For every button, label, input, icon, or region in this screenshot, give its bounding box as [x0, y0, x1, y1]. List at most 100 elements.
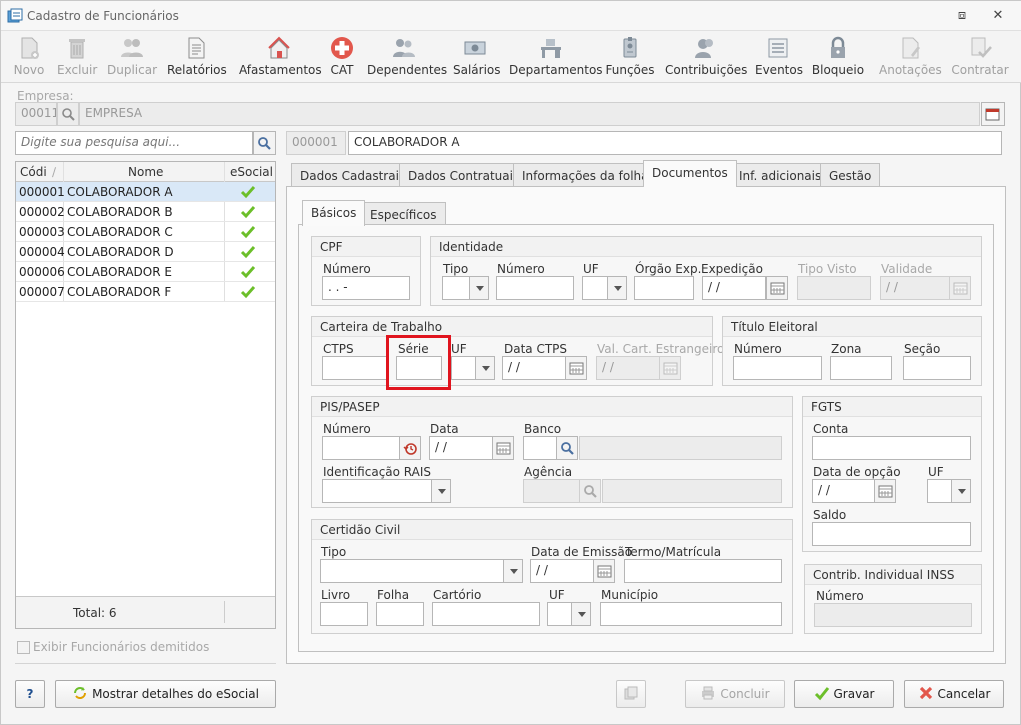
identity-uf-select[interactable]	[582, 276, 608, 300]
issue-date-calendar[interactable]	[766, 276, 788, 300]
voter-zone-field[interactable]	[830, 356, 892, 380]
events-button[interactable]: Eventos	[755, 33, 803, 79]
pis-number-field[interactable]	[322, 436, 400, 460]
tab-dados-contratuais[interactable]: Dados Contratuais	[399, 163, 529, 187]
fgts-account-field[interactable]	[812, 436, 971, 460]
desk-icon	[541, 39, 561, 58]
voter-number-label: Número	[734, 342, 782, 356]
show-esocial-details-button[interactable]: Mostrar detalhes do eSocial	[55, 680, 276, 708]
cancel-button[interactable]: Cancelar	[904, 680, 1004, 708]
issuer-field[interactable]	[634, 276, 694, 300]
ctps-date-calendar[interactable]	[565, 356, 587, 380]
contributions-button[interactable]: Contribuições	[665, 33, 747, 79]
app-icon	[7, 8, 23, 23]
ctps-uf-dropdown[interactable]	[475, 356, 495, 380]
functions-button[interactable]: Funções	[605, 33, 655, 79]
table-row[interactable]: 000007 COLABORADOR F	[16, 282, 275, 302]
hire-button[interactable]: Contratar	[951, 33, 1009, 79]
leaves-button[interactable]: Afastamentos	[239, 33, 322, 79]
identity-number-field[interactable]	[496, 276, 574, 300]
col-code-header[interactable]: Códi	[20, 165, 47, 179]
certificate-uf-dropdown[interactable]	[571, 602, 591, 626]
table-row[interactable]: 000003 COLABORADOR C	[16, 222, 275, 242]
salaries-button[interactable]: Salários	[453, 33, 501, 79]
registry-office-field[interactable]	[432, 602, 540, 626]
row-name: COLABORADOR D	[67, 245, 174, 259]
cat-button[interactable]: CAT	[327, 33, 357, 79]
emission-date-calendar[interactable]	[593, 559, 615, 583]
emission-date-field[interactable]: / /	[530, 559, 594, 583]
reports-button[interactable]: Relatórios	[167, 33, 227, 79]
departments-button[interactable]: Departamentos	[509, 33, 603, 79]
new-button[interactable]: Novo	[11, 33, 47, 79]
restore-button[interactable]: ⧈	[953, 7, 971, 25]
pis-history-button[interactable]	[399, 436, 421, 460]
certificate-type-label: Tipo	[321, 545, 347, 559]
employee-search-input[interactable]: Digite sua pesquisa aqui...	[15, 131, 253, 155]
toolbar: Novo Excluir Duplicar Relatórios Afastam…	[1, 31, 1021, 83]
employee-search-button[interactable]	[253, 131, 276, 155]
book-field[interactable]	[320, 602, 368, 626]
bank-code-field[interactable]	[523, 436, 557, 460]
bank-label: Banco	[524, 422, 562, 436]
tab-documentos[interactable]: Documentos	[643, 160, 737, 187]
col-name-header[interactable]: Nome	[128, 165, 163, 179]
fgts-balance-field[interactable]	[812, 522, 971, 546]
voter-section-field[interactable]	[903, 356, 971, 380]
col-esocial-header[interactable]: eSocial	[230, 165, 273, 179]
certificate-type-select[interactable]	[320, 559, 504, 583]
table-row[interactable]: 000006 COLABORADOR E	[16, 262, 275, 282]
cpf-number-field[interactable]: . . -	[322, 276, 410, 300]
agency-label: Agência	[524, 465, 573, 479]
identity-uf-dropdown[interactable]	[607, 276, 627, 300]
tab-gestao[interactable]: Gestão	[820, 163, 881, 187]
voter-id-title: Título Eleitoral	[723, 317, 981, 337]
show-dismissed-checkbox[interactable]	[17, 641, 30, 654]
bank-search-button[interactable]	[556, 436, 578, 460]
tab-informacoes-folha[interactable]: Informações da folha	[513, 163, 658, 187]
company-calendar-button[interactable]	[981, 102, 1005, 126]
page-field[interactable]	[376, 602, 424, 626]
rais-select[interactable]	[322, 479, 432, 503]
voter-number-field[interactable]	[733, 356, 822, 380]
subtab-basicos[interactable]: Básicos	[302, 200, 366, 226]
identity-type-select[interactable]	[442, 276, 470, 300]
series-highlight-box	[386, 335, 451, 390]
term-field[interactable]	[624, 559, 782, 583]
contract-icon	[971, 37, 992, 58]
row-name: COLABORADOR E	[67, 265, 172, 279]
fgts-option-date-field[interactable]: / /	[812, 479, 875, 503]
municipality-field[interactable]	[600, 602, 782, 626]
tab-dados-cadastrais[interactable]: Dados Cadastrais	[291, 163, 415, 187]
close-button[interactable]: ✕	[989, 7, 1007, 25]
fgts-uf-select[interactable]	[927, 479, 953, 503]
identity-type-dropdown[interactable]	[469, 276, 489, 300]
issue-date-field[interactable]: / /	[702, 276, 766, 300]
table-row[interactable]: 000004 COLABORADOR D	[16, 242, 275, 262]
company-name-field: EMPRESA	[79, 102, 980, 126]
ctps-field[interactable]	[322, 356, 388, 380]
fgts-option-date-calendar[interactable]	[874, 479, 896, 503]
table-row[interactable]: 000002 COLABORADOR B	[16, 202, 275, 222]
municipality-label: Município	[601, 588, 659, 602]
rais-dropdown[interactable]	[431, 479, 451, 503]
certificate-uf-select[interactable]	[547, 602, 573, 626]
block-button[interactable]: Bloqueio	[811, 33, 865, 79]
help-button[interactable]: ?	[15, 680, 45, 708]
duplicate-button[interactable]: Duplicar	[107, 33, 157, 79]
ctps-date-field[interactable]: / /	[502, 356, 566, 380]
notes-button[interactable]: Anotações	[879, 33, 942, 79]
pis-date-calendar[interactable]	[492, 436, 514, 460]
table-row[interactable]: 000001 COLABORADOR A	[16, 182, 275, 202]
tab-inf-adicionais[interactable]: Inf. adicionais	[730, 163, 831, 187]
fgts-uf-dropdown[interactable]	[951, 479, 971, 503]
trash-icon	[69, 39, 85, 59]
subtab-especificos[interactable]: Específicos	[361, 202, 446, 226]
pis-date-field[interactable]: / /	[429, 436, 493, 460]
selected-employee-name[interactable]: COLABORADOR A	[348, 131, 1002, 155]
delete-button[interactable]: Excluir	[57, 33, 97, 79]
certificate-type-dropdown[interactable]	[503, 559, 523, 583]
ctps-uf-select[interactable]	[451, 356, 477, 380]
save-button[interactable]: Gravar	[794, 680, 894, 708]
dependents-button[interactable]: Dependentes	[367, 33, 447, 79]
